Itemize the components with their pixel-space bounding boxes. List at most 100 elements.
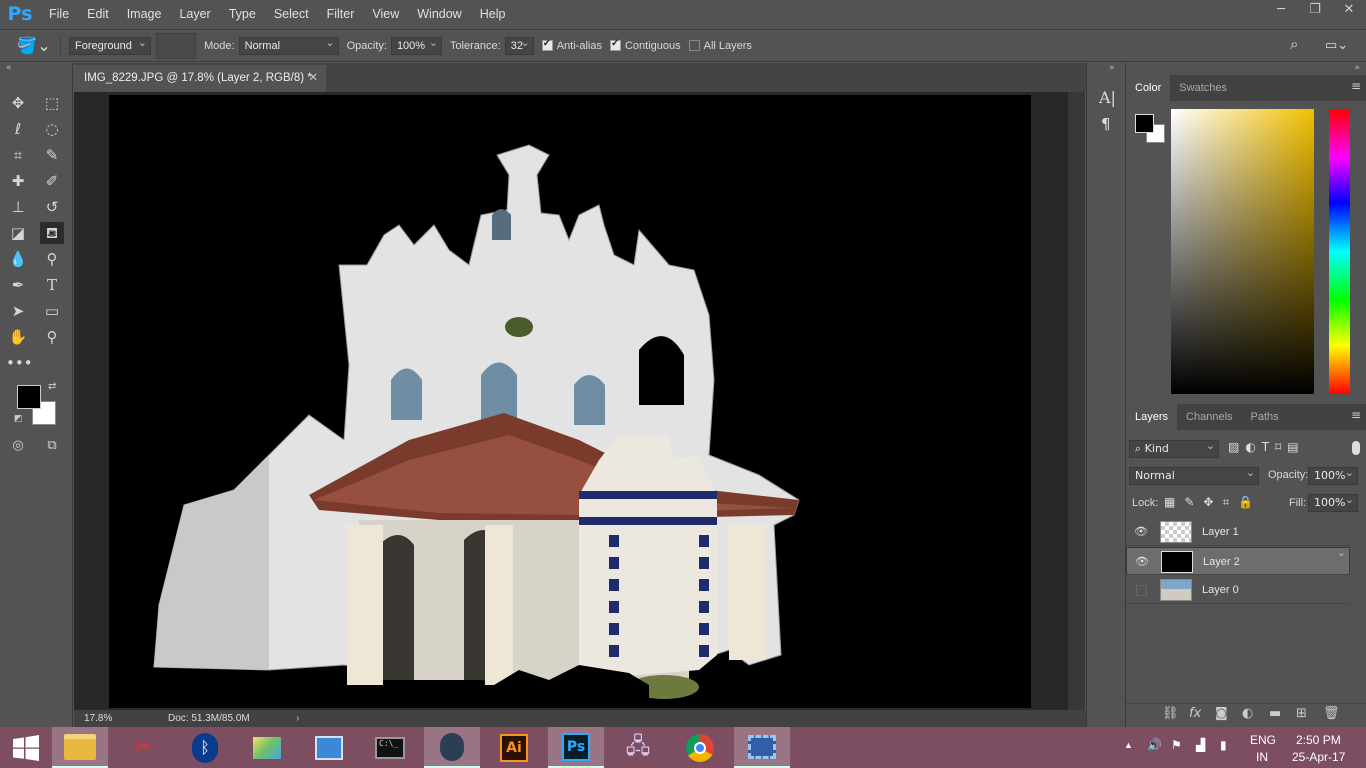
link-layers-icon[interactable]: ⛓	[1162, 706, 1179, 721]
signal-icon[interactable]: ▟	[1196, 738, 1205, 752]
tab-channels[interactable]: Channels	[1177, 404, 1241, 430]
menu-help[interactable]: Help	[471, 0, 515, 28]
opacity-input[interactable]: 100%	[390, 35, 442, 55]
vertical-scrollbar[interactable]	[1068, 92, 1085, 710]
history-brush-tool-icon[interactable]: ↺	[40, 196, 64, 218]
language-code[interactable]: ENG	[1250, 733, 1276, 747]
menu-layer[interactable]: Layer	[170, 0, 219, 28]
flag-icon[interactable]: ⚑	[1171, 738, 1182, 752]
taskbar-video-app[interactable]	[734, 727, 790, 768]
more-tools-icon[interactable]: •••	[6, 352, 33, 374]
taskbar-control-panel[interactable]	[301, 727, 357, 768]
taskbar-photoshop[interactable]: Ps	[548, 727, 604, 768]
tab-color[interactable]: Color	[1126, 75, 1171, 101]
menu-type[interactable]: Type	[220, 0, 265, 28]
pattern-picker[interactable]	[156, 32, 196, 59]
paint-bucket-preset-icon[interactable]: 🪣⌄	[12, 36, 56, 56]
rectangle-tool-icon[interactable]: ▭	[40, 300, 64, 322]
add-mask-icon[interactable]: ◙	[1215, 706, 1228, 721]
quick-mask-icon[interactable]: ◎	[6, 435, 30, 457]
quick-select-tool-icon[interactable]: ◌	[40, 118, 64, 140]
move-tool-icon[interactable]: ✥	[6, 92, 30, 114]
visibility-eye-icon[interactable]: 👁	[1135, 555, 1149, 569]
paragraph-panel-icon[interactable]: ¶	[1101, 115, 1111, 133]
default-colors-icon[interactable]: ◩	[14, 414, 23, 424]
language-region[interactable]: IN	[1256, 750, 1268, 764]
close-button[interactable]: ✕	[1332, 0, 1366, 22]
taskbar-illustrator[interactable]: Ai	[486, 727, 542, 768]
menu-image[interactable]: Image	[118, 0, 171, 28]
taskbar-network-app[interactable]: 🖧	[610, 727, 666, 768]
menu-view[interactable]: View	[363, 0, 408, 28]
menu-filter[interactable]: Filter	[318, 0, 364, 28]
visibility-empty-box[interactable]	[1136, 585, 1147, 596]
layer-filter-icons[interactable]: ▨◐T⌑▤	[1228, 440, 1305, 454]
fill-source-dropdown[interactable]: Foreground	[69, 35, 151, 55]
zoom-tool-icon[interactable]: ⚲	[40, 326, 64, 348]
layers-panel-menu-icon[interactable]: ≡	[1351, 408, 1361, 422]
layer-row-2[interactable]: 👁 Layer 2	[1126, 545, 1350, 575]
antialias-checkbox[interactable]	[541, 38, 553, 51]
type-tool-icon[interactable]: T	[40, 274, 64, 296]
tolerance-input[interactable]: 32	[504, 35, 534, 55]
mode-dropdown[interactable]: Normal	[238, 35, 339, 55]
tab-swatches[interactable]: Swatches	[1170, 75, 1236, 101]
menu-window[interactable]: Window	[408, 0, 470, 28]
taskbar-app-drop[interactable]	[424, 727, 480, 768]
blend-mode-dropdown[interactable]: Normal	[1129, 465, 1259, 485]
taskbar-sticky-app[interactable]	[239, 727, 295, 768]
fx-icon[interactable]: fx	[1189, 706, 1201, 721]
menu-file[interactable]: File	[40, 0, 78, 28]
collapse-dock-icon[interactable]: »	[1354, 63, 1360, 73]
document-canvas[interactable]	[109, 95, 1031, 708]
hand-tool-icon[interactable]: ✋	[6, 326, 30, 348]
battery-icon[interactable]: ▮	[1220, 738, 1227, 752]
screen-mode-icon[interactable]: ⧉	[40, 435, 64, 457]
new-group-icon[interactable]: ▬	[1269, 706, 1281, 721]
tray-overflow-icon[interactable]: ▲	[1124, 740, 1133, 750]
foreground-color-swatch[interactable]	[17, 385, 41, 409]
crop-tool-icon[interactable]: ⌗	[6, 144, 30, 166]
taskbar-snipping-tool[interactable]: ✂	[115, 727, 171, 768]
lock-icons[interactable]: ▦✎✥⌗🔒	[1164, 495, 1262, 510]
new-layer-icon[interactable]: ⊞	[1296, 706, 1307, 721]
contiguous-checkbox[interactable]	[609, 38, 621, 51]
pen-tool-icon[interactable]: ✒	[6, 274, 30, 296]
menu-select[interactable]: Select	[265, 0, 318, 28]
marquee-tool-icon[interactable]: ⬚	[40, 92, 64, 114]
taskbar-file-explorer[interactable]	[52, 727, 108, 768]
collapse-toolbar-icon[interactable]: «	[6, 63, 12, 73]
brush-tool-icon[interactable]: ✐	[40, 170, 64, 192]
clone-stamp-tool-icon[interactable]: ⊥	[6, 196, 30, 218]
collapse-panel-icon[interactable]: »	[1109, 63, 1115, 73]
start-button[interactable]	[0, 727, 52, 768]
visibility-eye-icon[interactable]: 👁	[1134, 525, 1148, 539]
dodge-tool-icon[interactable]: ⚲	[40, 248, 64, 270]
volume-icon[interactable]: 🔊	[1147, 738, 1162, 752]
healing-brush-tool-icon[interactable]: ✚	[6, 170, 30, 192]
swap-colors-icon[interactable]: ⇄	[48, 381, 56, 392]
layer-1-name[interactable]: Layer 1	[1202, 518, 1239, 546]
adjustment-layer-icon[interactable]: ◐	[1242, 706, 1253, 721]
layer-0-name[interactable]: Layer 0	[1202, 576, 1239, 604]
layer-opacity-input[interactable]: 100%	[1308, 465, 1358, 485]
workspace-switcher-icon[interactable]: ▭⌄	[1325, 37, 1348, 53]
menu-edit[interactable]: Edit	[78, 0, 118, 28]
fill-input[interactable]: 100%	[1308, 492, 1358, 512]
close-tab-icon[interactable]: ✕	[308, 65, 318, 91]
status-menu-arrow-icon[interactable]: ›	[296, 710, 299, 727]
restore-button[interactable]: ❐	[1298, 0, 1332, 22]
hue-slider[interactable]	[1329, 109, 1350, 394]
clock-time[interactable]: 2:50 PM	[1296, 733, 1341, 747]
taskbar-command-prompt[interactable]: C:\_	[362, 727, 418, 768]
taskbar-bluetooth[interactable]: ᛒ	[177, 727, 233, 768]
lasso-tool-icon[interactable]: ℓ	[6, 118, 30, 140]
minimize-button[interactable]: ─	[1264, 0, 1298, 22]
search-icon[interactable]: ⌕	[1290, 36, 1298, 53]
layer-kind-filter[interactable]: ⌕ Kind	[1129, 438, 1219, 458]
tab-layers[interactable]: Layers	[1126, 404, 1178, 430]
document-tab[interactable]: IMG_8229.JPG @ 17.8% (Layer 2, RGB/8) * …	[74, 65, 326, 92]
layer-row-1[interactable]: 👁 Layer 1	[1126, 518, 1350, 546]
layer-row-0[interactable]: Layer 0	[1126, 576, 1350, 604]
color-picker-field[interactable]	[1171, 109, 1314, 394]
